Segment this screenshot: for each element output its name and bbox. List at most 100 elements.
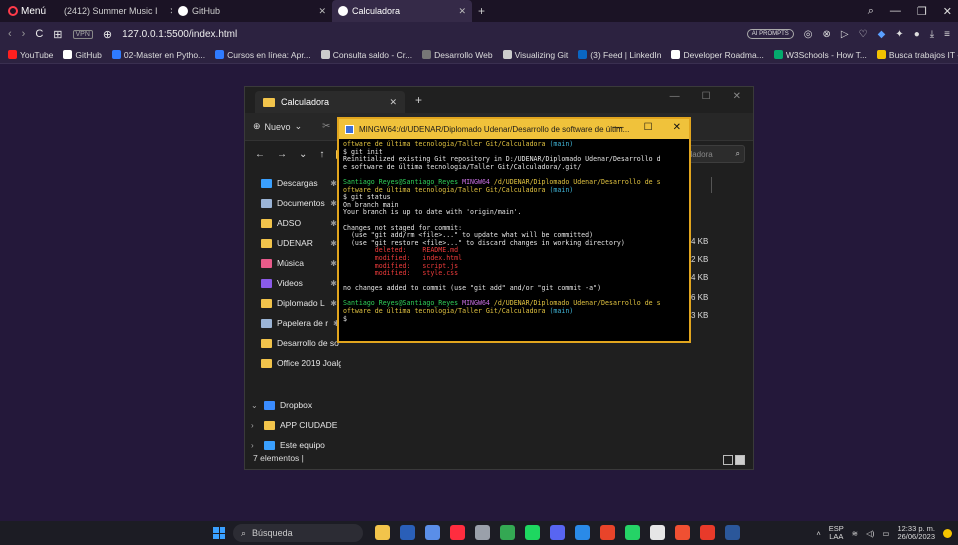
browser-tab-github[interactable]: GitHub ✕: [172, 0, 332, 22]
speed-dial-icon[interactable]: ⊞: [53, 28, 62, 41]
windows-start-icon[interactable]: [213, 527, 225, 539]
opera-icon[interactable]: [450, 525, 465, 540]
terminal-output[interactable]: oftware de última tecnología/Taller Git/…: [339, 139, 689, 341]
sidebar-item[interactable]: Desarrollo de so: [245, 333, 341, 353]
minimize-icon[interactable]: —: [614, 122, 624, 133]
download-icon[interactable]: ⤓: [930, 29, 934, 40]
tree-item[interactable]: ⌄ Dropbox: [245, 395, 341, 415]
opera-menu-button[interactable]: Menú: [0, 0, 54, 22]
taskbar-search[interactable]: ⌕ Búsqueda: [233, 524, 363, 542]
bookmark-item[interactable]: Desarrollo Web: [422, 50, 493, 60]
details-view-icon[interactable]: [723, 455, 733, 465]
chevron-down-icon[interactable]: ⌄: [299, 149, 307, 160]
new-tab-button[interactable]: +: [415, 93, 422, 107]
bookmark-item[interactable]: Visualizing Git: [502, 50, 568, 60]
close-icon[interactable]: ✕: [310, 6, 326, 17]
sidebar-item[interactable]: Música ✱: [245, 253, 341, 273]
minimize-icon[interactable]: —: [890, 5, 901, 17]
sidebar-item[interactable]: Documentos ✱: [245, 193, 341, 213]
close-window-icon[interactable]: ✕: [673, 122, 681, 133]
browser-tab-calculadora[interactable]: Calculadora ✕: [332, 0, 473, 22]
spotify-icon[interactable]: [525, 525, 540, 540]
ai-prompts-button[interactable]: AI PROMPTS: [746, 29, 794, 39]
close-icon[interactable]: ✕: [450, 6, 466, 17]
git-icon[interactable]: [675, 525, 690, 540]
close-window-icon[interactable]: ✕: [943, 5, 952, 18]
tree-item[interactable]: › Este equipo: [245, 435, 341, 455]
sidebar-item[interactable]: Descargas ✱: [245, 173, 341, 193]
bookmark-item[interactable]: Busca trabajos IT - t...: [876, 50, 958, 60]
terminal-segment: e software de última tecnología/Taller G…: [343, 162, 582, 171]
vscode-icon[interactable]: [575, 525, 590, 540]
new-tab-button[interactable]: +: [472, 4, 491, 18]
office-icon[interactable]: [600, 525, 615, 540]
sidebar-item[interactable]: Videos ✱: [245, 273, 341, 293]
site-info-icon[interactable]: ⊕: [103, 28, 112, 41]
bookmark-item[interactable]: YouTube: [8, 50, 53, 60]
settings-icon[interactable]: [475, 525, 490, 540]
restore-icon[interactable]: ❐: [917, 5, 927, 18]
heart-icon[interactable]: ♡: [859, 29, 868, 40]
photos-icon[interactable]: [425, 525, 440, 540]
sidebar-item-label: Desarrollo de so: [277, 338, 339, 348]
back-icon[interactable]: ‹: [8, 28, 12, 40]
language-indicator[interactable]: ESP LAA: [829, 525, 844, 541]
easy-setup-icon[interactable]: ≡: [944, 29, 950, 40]
chevron-down-icon[interactable]: ⌄: [251, 401, 259, 410]
bookmark-item[interactable]: Consulta saldo - Cr...: [320, 50, 412, 60]
notepad-icon[interactable]: [650, 525, 665, 540]
explorer-tab-calculadora[interactable]: Calculadora ✕: [255, 91, 405, 113]
acrobat-icon[interactable]: [700, 525, 715, 540]
whatsapp-icon[interactable]: [625, 525, 640, 540]
browser-tab-youtube[interactable]: (2412) Summer Music I ✕: [54, 0, 172, 22]
puzzle-icon[interactable]: ✦: [895, 29, 903, 40]
tiles-view-icon[interactable]: [735, 455, 745, 465]
battery-icon[interactable]: ▭: [882, 529, 889, 538]
sidebar-item[interactable]: ADSO ✱: [245, 213, 341, 233]
sidebar-item[interactable]: Diplomado L ✱: [245, 293, 341, 313]
close-icon[interactable]: ✕: [162, 6, 172, 17]
discord-icon[interactable]: [550, 525, 565, 540]
chevron-right-icon[interactable]: ›: [251, 421, 259, 430]
back-arrow-icon[interactable]: ←: [255, 149, 265, 160]
new-button[interactable]: ⊕ Nuevo ⌄: [253, 121, 302, 132]
profile-icon[interactable]: ●: [914, 29, 920, 40]
forward-arrow-icon[interactable]: →: [277, 149, 287, 160]
maximize-icon[interactable]: ☐: [702, 91, 711, 102]
reload-icon[interactable]: C: [35, 28, 43, 40]
wifi-icon[interactable]: ≋: [852, 529, 858, 538]
tree-item[interactable]: › APP CIUDADE: [245, 415, 341, 435]
adblock-icon[interactable]: ⊗: [823, 29, 831, 40]
chevron-up-icon[interactable]: ˄: [816, 529, 820, 538]
word-icon[interactable]: [725, 525, 740, 540]
file-explorer-icon[interactable]: [375, 525, 390, 540]
url-field[interactable]: 127.0.0.1:5500/index.html: [122, 29, 237, 40]
close-icon[interactable]: ✕: [389, 97, 397, 108]
bookmark-item[interactable]: Developer Roadma...: [671, 50, 764, 60]
chrome-icon[interactable]: [500, 525, 515, 540]
bookmark-item[interactable]: 02-Master en Pytho...: [111, 50, 205, 60]
search-tabs-icon[interactable]: ⌕: [868, 5, 874, 18]
bookmark-item[interactable]: GitHub: [63, 50, 102, 60]
close-window-icon[interactable]: ✕: [733, 91, 741, 102]
minimize-icon[interactable]: —: [670, 91, 680, 102]
up-arrow-icon[interactable]: ↑: [319, 149, 324, 160]
sidebar-item[interactable]: UDENAR ✱: [245, 233, 341, 253]
volume-icon[interactable]: ◁): [866, 529, 874, 538]
extensions-icon[interactable]: ◆: [878, 29, 886, 40]
sidebar-item[interactable]: Papelera de r✱: [245, 313, 341, 333]
bookmark-item[interactable]: (3) Feed | LinkedIn: [578, 50, 661, 60]
bookmark-item[interactable]: W3Schools - How T...: [773, 50, 867, 60]
forward-icon[interactable]: ›: [22, 28, 26, 40]
snapshot-icon[interactable]: ◎: [804, 29, 813, 40]
powershell-icon[interactable]: [400, 525, 415, 540]
bookmark-item[interactable]: Cursos en línea: Apr...: [215, 50, 311, 60]
notification-icon[interactable]: [943, 528, 952, 538]
cut-icon[interactable]: ✂: [322, 121, 330, 132]
vpn-badge[interactable]: VPN: [72, 29, 93, 39]
chevron-right-icon[interactable]: ›: [251, 441, 259, 450]
clock[interactable]: 12:33 p. m. 26/06/2023: [897, 525, 935, 541]
player-icon[interactable]: ▷: [841, 29, 849, 40]
maximize-icon[interactable]: ☐: [644, 122, 653, 133]
sidebar-item[interactable]: Office 2019 Joalg: [245, 353, 341, 373]
